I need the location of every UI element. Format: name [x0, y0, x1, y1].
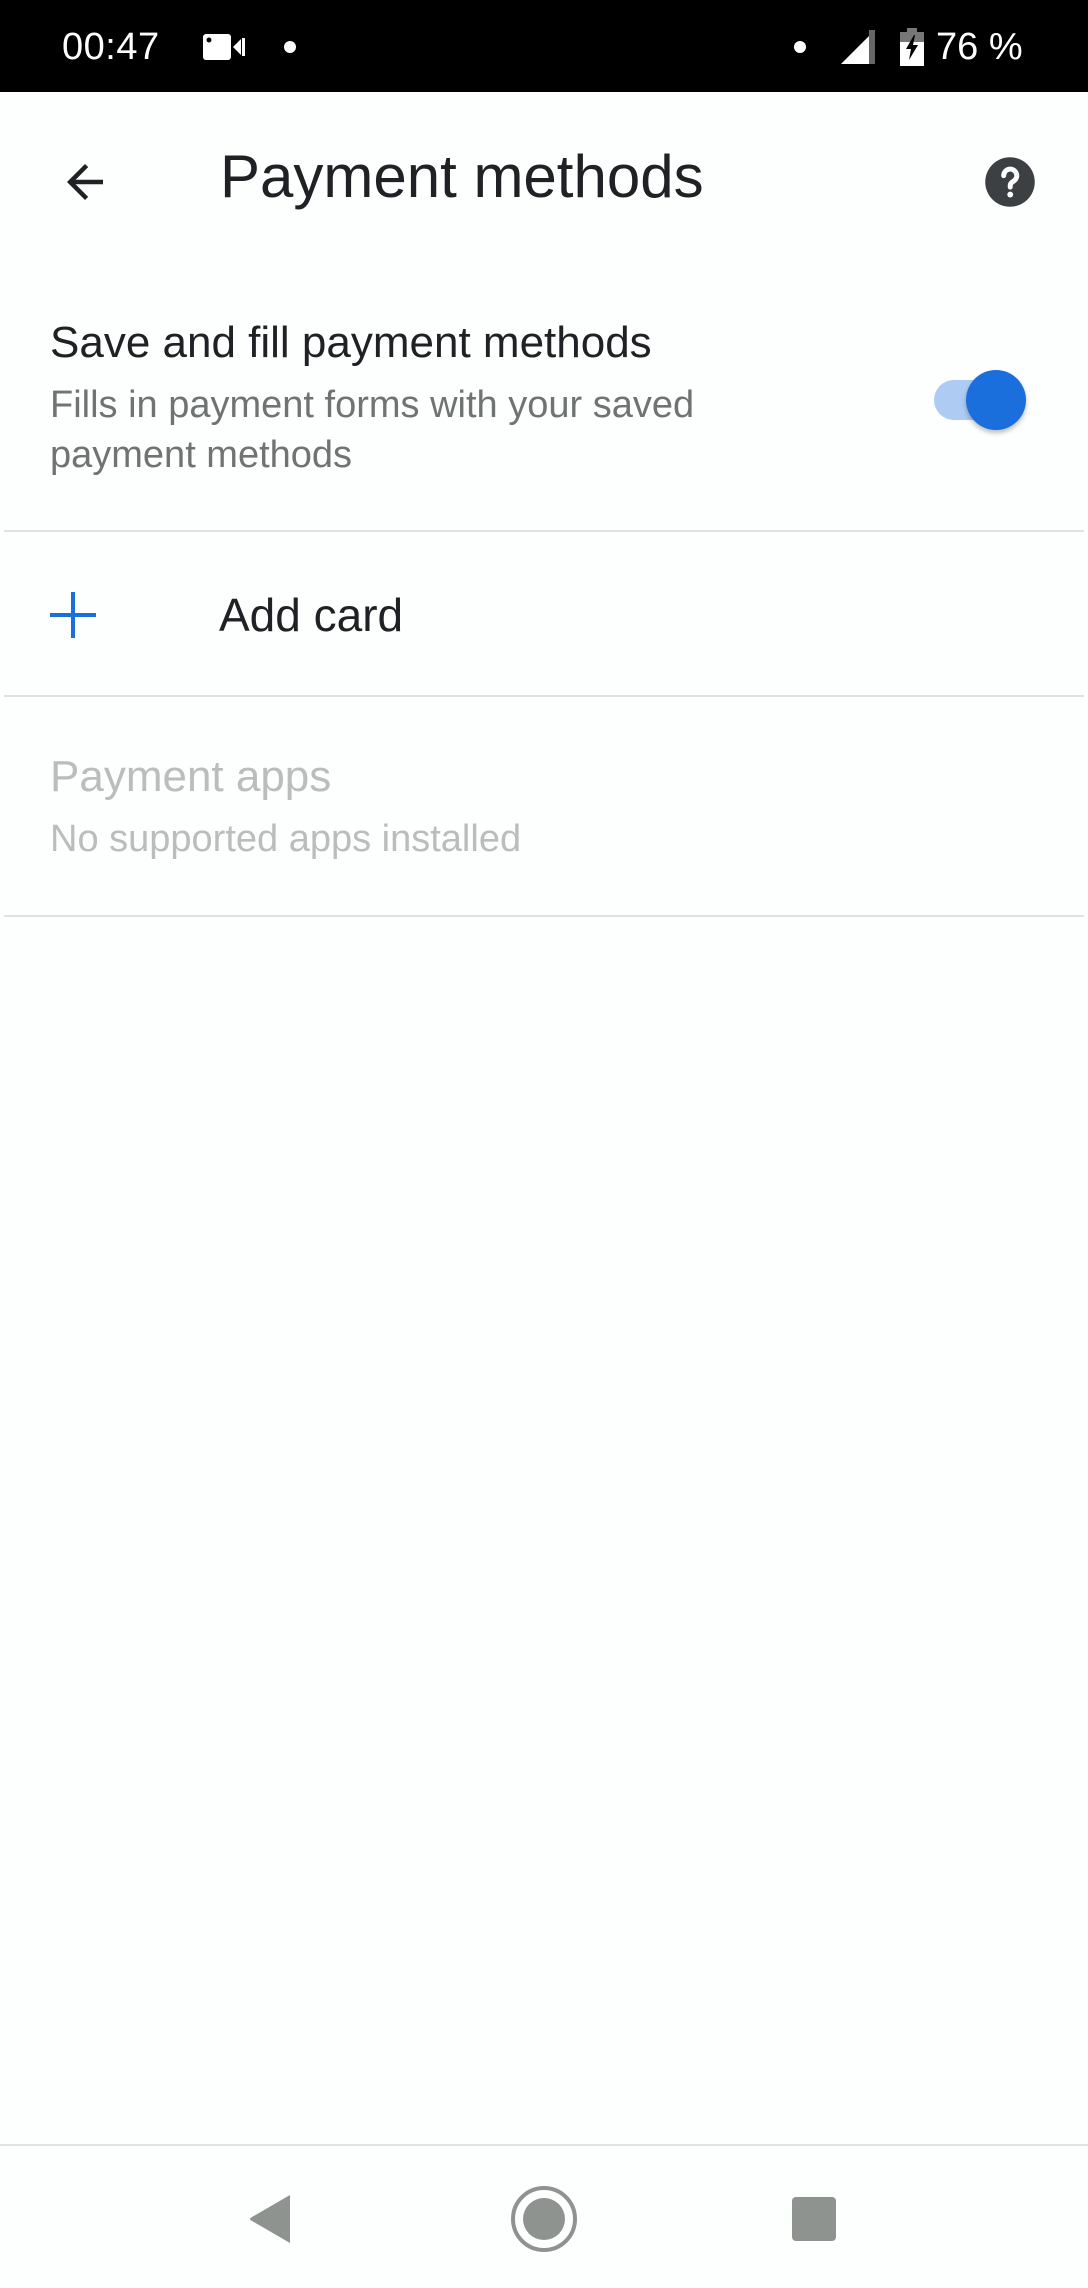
save-fill-subtitle: Fills in payment forms with your saved p…: [50, 384, 695, 476]
cell-signal-icon: [841, 30, 875, 64]
save-fill-title: Save and fill payment methods: [50, 318, 652, 367]
help-circle-icon: [985, 157, 1035, 207]
system-nav-bar: [0, 2144, 1088, 2288]
nav-back-triangle-icon: [250, 2195, 290, 2243]
nav-home-button[interactable]: [504, 2184, 584, 2254]
divider: [4, 695, 1084, 697]
help-button[interactable]: [980, 152, 1040, 212]
nav-recents-square-icon: [792, 2197, 836, 2241]
plus-icon: [50, 592, 96, 638]
switch-thumb: [966, 370, 1026, 430]
save-fill-payment-methods-row[interactable]: Save and fill payment methods Fills in p…: [0, 300, 1088, 530]
payment-apps-title: Payment apps: [50, 752, 332, 801]
battery-percent: 76 %: [936, 26, 1023, 68]
add-card-button[interactable]: Add card: [0, 532, 1088, 696]
notification-dot-icon: [284, 41, 296, 53]
payment-apps-subtitle: No supported apps installed: [50, 818, 522, 860]
payment-apps-row: Payment apps No supported apps installed: [0, 698, 1088, 916]
status-time: 00:47: [62, 26, 160, 68]
battery-charging-icon: [900, 28, 924, 66]
divider: [4, 915, 1084, 917]
video-camera-icon: [203, 34, 245, 60]
arrow-back-icon: [67, 164, 103, 200]
status-bar: 00:47 76 %: [0, 0, 1088, 92]
add-card-label: Add card: [219, 589, 404, 641]
nav-home-circle-icon: [511, 2186, 577, 2252]
notification-dot-icon: [794, 41, 806, 53]
back-button[interactable]: [50, 147, 120, 217]
nav-back-button[interactable]: [230, 2184, 310, 2254]
nav-recents-button[interactable]: [774, 2184, 854, 2254]
app-bar: Payment methods: [0, 92, 1088, 268]
page-title: Payment methods: [220, 143, 704, 210]
save-fill-toggle-switch[interactable]: [930, 368, 1030, 432]
